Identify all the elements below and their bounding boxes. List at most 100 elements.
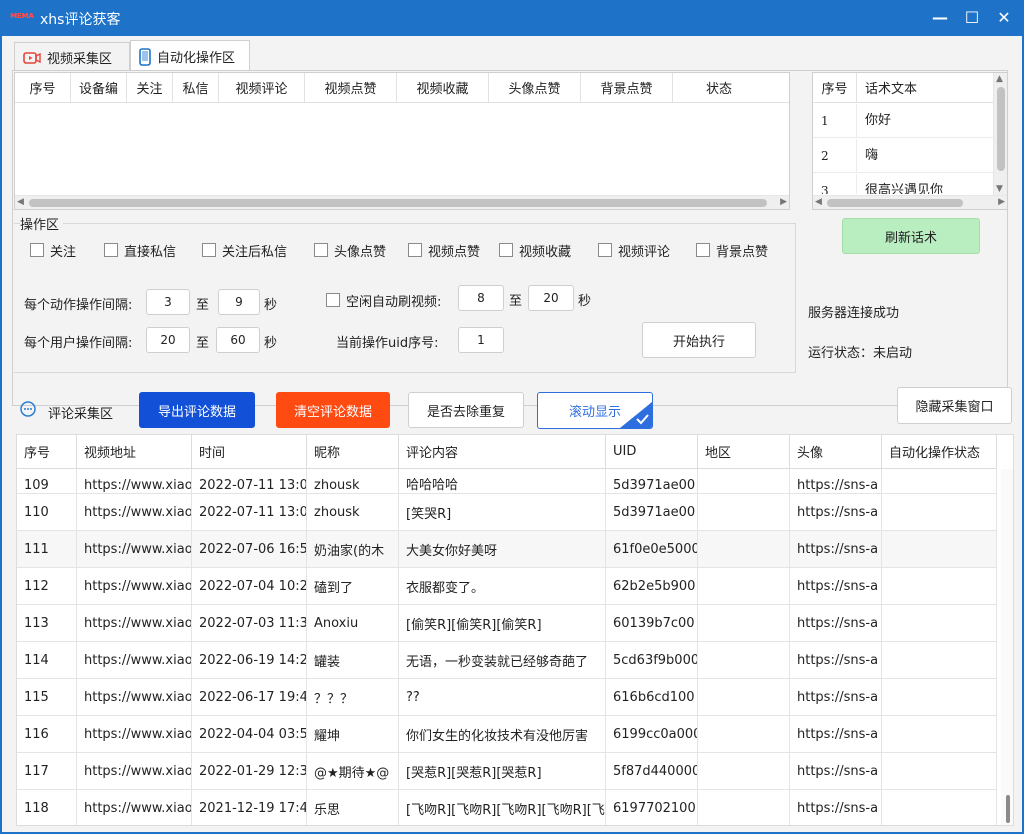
cell-row-index: 117 [17, 753, 77, 789]
col-header[interactable]: 时间 [192, 435, 307, 468]
cell-nickname: zhousk [307, 494, 399, 530]
scroll-right-icon[interactable]: ▶ [998, 197, 1005, 207]
scroll-thumb[interactable] [827, 199, 963, 207]
script-table-hscroll[interactable]: ◀ ▶ [813, 195, 1007, 209]
checkbox-follow-then-message[interactable]: 关注后私信 [202, 240, 287, 260]
col-header[interactable]: 话术文本 [857, 73, 993, 102]
cell-automation-status [882, 494, 997, 530]
minimize-button[interactable]: — [928, 6, 952, 30]
hide-collect-window-button[interactable]: 隐藏采集窗口 [897, 387, 1012, 424]
col-header[interactable]: 关注 [127, 73, 173, 102]
scroll-thumb[interactable] [1006, 795, 1010, 823]
col-header[interactable]: 序号 [813, 73, 857, 102]
scroll-up-icon[interactable]: ▲ [996, 74, 1003, 84]
close-button[interactable]: ✕ [992, 6, 1016, 30]
checkbox-avatar-like[interactable]: 头像点赞 [314, 240, 386, 260]
col-header[interactable]: 背景点赞 [581, 73, 673, 102]
idle-to-input[interactable]: 20 [528, 285, 574, 311]
dedupe-button[interactable]: 是否去除重复 [408, 392, 524, 428]
cell-uid: 5cd63f9b000 [606, 642, 698, 678]
checkbox-box[interactable] [598, 243, 612, 257]
cell-row-index: 110 [17, 494, 77, 530]
export-comments-button[interactable]: 导出评论数据 [139, 392, 255, 428]
table-row[interactable]: 118 https://www.xiao 2021-12-19 17:4 乐思 [飞吻R… [17, 790, 997, 825]
scroll-thumb[interactable] [29, 199, 767, 207]
start-button[interactable]: 开始执行 [642, 322, 756, 358]
col-header[interactable]: UID [606, 435, 698, 468]
idle-from-input[interactable]: 8 [458, 285, 504, 311]
checkbox-box[interactable] [104, 243, 118, 257]
script-row[interactable]: 3 很高兴遇见你 [813, 174, 993, 194]
table-row[interactable]: 117 https://www.xiao 2022-01-29 12:3 @★期待★@… [17, 753, 997, 790]
device-table-hscroll[interactable]: ◀ ▶ [15, 195, 789, 209]
col-header[interactable]: 序号 [17, 435, 77, 468]
script-table-vscroll[interactable]: ▲ ▼ [993, 73, 1007, 195]
checkbox-label: 视频评论 [618, 244, 671, 260]
sec-label: 秒 [264, 298, 278, 313]
cell-region [698, 605, 790, 641]
tab-automation[interactable]: 自动化操作区 [130, 40, 250, 72]
table-row[interactable]: 114 https://www.xiao 2022-06-19 14:2 罐装 无语，一… [17, 642, 997, 679]
checkbox-box[interactable] [30, 243, 44, 257]
checkbox-follow[interactable]: 关注 [30, 240, 76, 260]
user-interval-to-input[interactable]: 60 [216, 327, 260, 353]
col-header[interactable]: 序号 [15, 73, 71, 102]
col-header[interactable]: 头像 [790, 435, 882, 468]
uid-index-input[interactable]: 1 [458, 327, 504, 353]
script-row[interactable]: 1 你好 [813, 104, 993, 138]
table-row[interactable]: 113 https://www.xiao 2022-07-03 11:3 Anoxiu… [17, 605, 997, 642]
scroll-right-icon[interactable]: ▶ [780, 197, 787, 207]
maximize-button[interactable]: ☐ [960, 6, 984, 30]
script-row[interactable]: 2 嗨 [813, 139, 993, 173]
refresh-scripts-button[interactable]: 刷新话术 [842, 218, 980, 254]
checkbox-idle-refresh[interactable]: 空闲自动刷视频: [326, 290, 441, 310]
col-header[interactable]: 状态 [673, 73, 765, 102]
col-header[interactable]: 设备编 [71, 73, 127, 102]
action-interval-to-input[interactable]: 9 [218, 289, 260, 315]
cell-region [698, 642, 790, 678]
table-row[interactable]: 110 https://www.xiao 2022-07-11 13:0 zhousk… [17, 494, 997, 531]
checkbox-video-like[interactable]: 视频点赞 [408, 240, 480, 260]
checkbox-video-comment[interactable]: 视频评论 [598, 240, 670, 260]
col-header[interactable]: 自动化操作状态 [882, 435, 997, 468]
col-header[interactable]: 视频评论 [219, 73, 305, 102]
scroll-thumb[interactable] [997, 87, 1005, 171]
col-header[interactable]: 视频地址 [77, 435, 192, 468]
scroll-down-icon[interactable]: ▼ [996, 184, 1003, 194]
checkbox-box[interactable] [499, 243, 513, 257]
checkbox-box[interactable] [314, 243, 328, 257]
cell-automation-status [882, 642, 997, 678]
scroll-left-icon[interactable]: ◀ [17, 197, 24, 207]
col-header[interactable]: 视频收藏 [397, 73, 489, 102]
to-label: 至 [509, 294, 523, 309]
clear-comments-button[interactable]: 清空评论数据 [276, 392, 390, 428]
checkbox-box[interactable] [408, 243, 422, 257]
comments-vscroll[interactable] [1001, 469, 1013, 825]
col-header[interactable]: 地区 [698, 435, 790, 468]
col-header[interactable]: 评论内容 [399, 435, 606, 468]
checkbox-direct-message[interactable]: 直接私信 [104, 240, 176, 260]
col-header[interactable]: 视频点赞 [305, 73, 397, 102]
tab-video-collect[interactable]: 视频采集区 [14, 42, 130, 72]
col-header[interactable]: 昵称 [307, 435, 399, 468]
checkbox-video-favorite[interactable]: 视频收藏 [499, 240, 571, 260]
col-header[interactable]: 头像点赞 [489, 73, 581, 102]
action-interval-from-input[interactable]: 3 [146, 289, 190, 315]
cell-video-url: https://www.xiao [77, 679, 192, 715]
table-row[interactable]: 111 https://www.xiao 2022-07-06 16:5 奶油家(的木… [17, 531, 997, 568]
checkbox-background-like[interactable]: 背景点赞 [696, 240, 768, 260]
cell-video-url: https://www.xiao [77, 790, 192, 825]
cell-avatar-url: https://sns-a [790, 605, 882, 641]
cell-video-url: https://www.xiao [77, 531, 192, 567]
table-row[interactable]: 115 https://www.xiao 2022-06-17 19:4？？？?? 6… [17, 679, 997, 716]
cell-time: 2021-12-19 17:4 [192, 790, 307, 825]
col-header[interactable]: 私信 [173, 73, 219, 102]
checkbox-box[interactable] [696, 243, 710, 257]
table-row[interactable]: 116 https://www.xiao 2022-04-04 03:5 耀坤 你们女生… [17, 716, 997, 753]
user-interval-from-input[interactable]: 20 [146, 327, 190, 353]
scroll-left-icon[interactable]: ◀ [815, 197, 822, 207]
checkbox-box[interactable] [326, 293, 340, 307]
table-row[interactable]: 112 https://www.xiao 2022-07-04 10:2 磕到了 衣服都… [17, 568, 997, 605]
checkbox-box[interactable] [202, 243, 216, 257]
scroll-display-toggle[interactable]: 滚动显示 [537, 392, 653, 429]
